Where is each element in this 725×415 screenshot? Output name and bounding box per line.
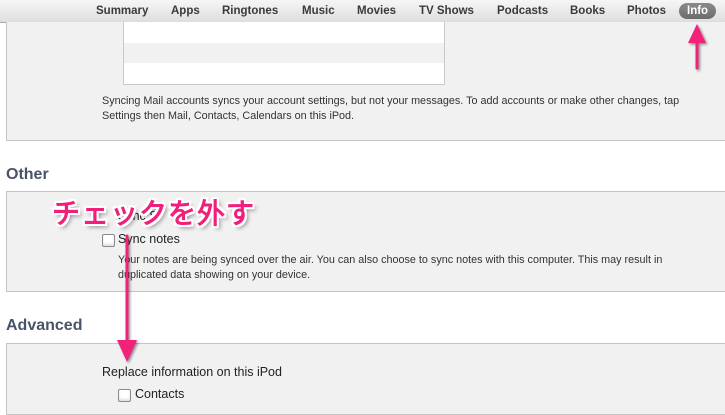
info-arrow xyxy=(688,24,706,70)
down-arrow xyxy=(117,234,137,362)
annotation-uncheck: チェックを外す xyxy=(52,197,256,230)
